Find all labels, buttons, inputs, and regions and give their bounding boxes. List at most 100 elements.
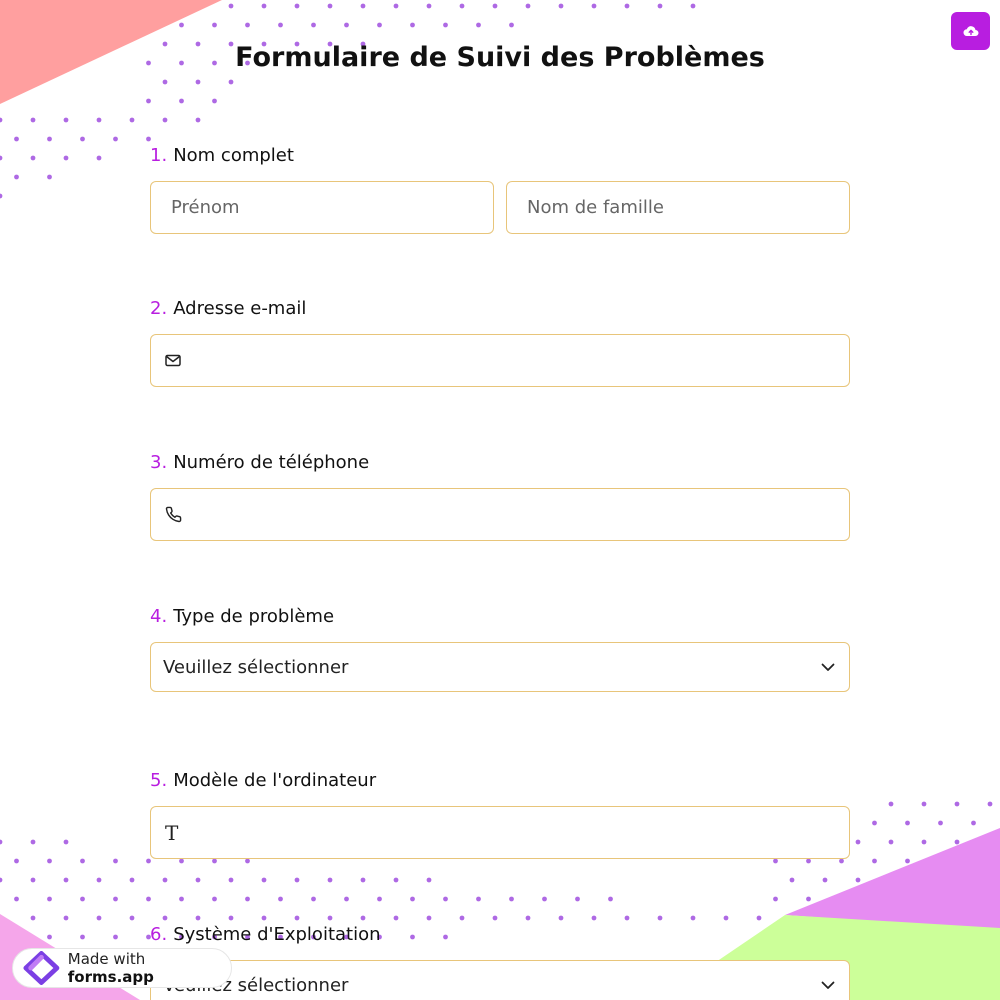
decor-dot (47, 896, 52, 902)
question-number: 3. (150, 452, 168, 473)
decor-dot (113, 896, 118, 902)
decor-dot (327, 877, 333, 883)
decor-dot (971, 820, 976, 826)
computer-model-field[interactable]: T (150, 806, 850, 859)
question-label: 2. Adresse e-mail (150, 297, 850, 321)
decor-dot (261, 877, 267, 883)
decor-dot (806, 896, 811, 902)
decor-dot (822, 877, 828, 883)
decor-dot (558, 915, 564, 921)
decor-dot (575, 896, 580, 902)
decor-dot (113, 858, 118, 864)
decor-dot (608, 896, 613, 902)
decor-dot (657, 915, 663, 921)
forms-app-logo-icon (23, 951, 60, 985)
decor-dot (278, 896, 283, 902)
decor-dot (0, 117, 3, 123)
question-label: 6. Système d'Exploitation (150, 923, 850, 947)
decor-dot (245, 896, 250, 902)
decor-dot (723, 915, 729, 921)
question-full-name: 1. Nom complet (150, 144, 850, 234)
decor-dot (509, 896, 514, 902)
decor-dot (162, 79, 168, 85)
decor-dot (63, 155, 69, 161)
question-text: Modèle de l'ordinateur (173, 770, 377, 791)
decor-dot (14, 136, 19, 142)
question-problem-type: 4. Type de problème Veuillez sélectionne… (150, 605, 850, 692)
decor-dot (63, 117, 69, 123)
decor-dot (162, 877, 168, 883)
decor-dot (591, 915, 597, 921)
decor-dot (938, 820, 943, 826)
operating-system-select[interactable]: Veuillez sélectionner (150, 960, 850, 1000)
decor-dot (344, 22, 349, 28)
decor-dot (179, 858, 184, 864)
upload-button[interactable] (951, 12, 990, 50)
decor-dot (162, 117, 168, 123)
decor-dot (80, 858, 85, 864)
question-label: 4. Type de problème (150, 605, 850, 629)
question-email: 2. Adresse e-mail (150, 297, 850, 387)
decor-dot (14, 858, 19, 864)
email-input[interactable] (197, 335, 829, 386)
last-name-field[interactable] (506, 181, 850, 234)
decor-dot (525, 915, 531, 921)
decor-dot (228, 79, 234, 85)
decor-dot (47, 174, 52, 180)
cloud-upload-icon (963, 26, 978, 37)
question-text: Nom complet (173, 145, 294, 166)
question-number: 2. (150, 298, 168, 319)
decor-dot (0, 155, 3, 161)
decor-dot (591, 3, 597, 9)
decor-dot (294, 877, 300, 883)
question-label: 5. Modèle de l'ordinateur (150, 769, 850, 793)
question-number: 5. (150, 770, 168, 791)
first-name-input[interactable] (171, 182, 473, 233)
decor-dot (443, 896, 448, 902)
decor-dot (96, 155, 102, 161)
question-number: 6. (150, 924, 168, 945)
decor-dot (80, 896, 85, 902)
decor-dot (954, 801, 960, 807)
decor-dot (63, 839, 69, 845)
decor-dot (410, 22, 415, 28)
decor-dot (96, 117, 102, 123)
decor-dot (0, 839, 3, 845)
decor-dot (872, 858, 877, 864)
decor-dot (476, 22, 481, 28)
made-with-label: Made with (67, 950, 146, 968)
page-title: Formulaire de Suivi des Problèmes (235, 42, 765, 73)
decor-dot (360, 877, 366, 883)
decor-dot (228, 3, 234, 9)
question-text: Adresse e-mail (173, 298, 307, 319)
select-value: Veuillez sélectionner (163, 656, 349, 678)
made-with-badge[interactable]: Made with forms.app (12, 948, 232, 988)
decor-dot (80, 934, 85, 940)
decor-dot (888, 839, 894, 845)
decor-dot (954, 839, 960, 845)
email-field[interactable] (150, 334, 850, 387)
question-text: Type de problème (173, 606, 335, 627)
question-phone: 3. Numéro de téléphone (150, 451, 850, 541)
phone-field[interactable] (150, 488, 850, 541)
problem-type-select[interactable]: Veuillez sélectionner (150, 642, 850, 692)
made-with-text: Made with forms.app (68, 950, 231, 986)
decor-dot (212, 858, 217, 864)
decor-dot (179, 896, 184, 902)
computer-model-input[interactable] (197, 807, 829, 858)
envelope-icon (165, 352, 183, 370)
decor-dot (459, 3, 465, 9)
decor-dot (905, 858, 910, 864)
decor-dot (773, 896, 778, 902)
last-name-input[interactable] (527, 182, 829, 233)
decor-dot (459, 915, 465, 921)
decor-dot (690, 3, 696, 9)
phone-input[interactable] (197, 489, 829, 540)
decor-dot (558, 3, 564, 9)
question-number: 4. (150, 606, 168, 627)
decor-dot (855, 877, 861, 883)
decor-dot (492, 3, 498, 9)
decor-dot (311, 896, 316, 902)
decor-dot (228, 877, 234, 883)
first-name-field[interactable] (150, 181, 494, 234)
